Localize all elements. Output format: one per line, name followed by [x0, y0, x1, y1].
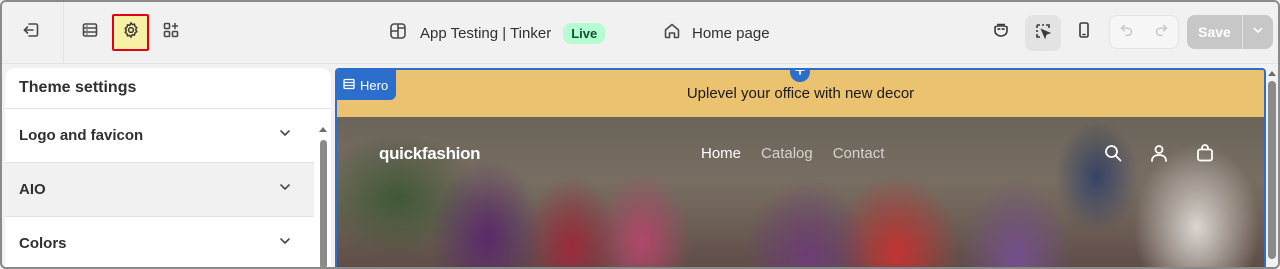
nav-link-contact[interactable]: Contact — [833, 145, 885, 162]
store-name: App Testing | Tinker — [420, 24, 552, 42]
setting-label: Colors — [19, 235, 67, 252]
preview-frame: Uplevel your office with new decor quick… — [335, 68, 1266, 267]
preview-scrollbar[interactable] — [1266, 68, 1278, 267]
setting-aio[interactable]: AIO — [5, 163, 314, 217]
page-name: Home page — [692, 24, 770, 42]
scrollbar-thumb[interactable] — [320, 140, 327, 267]
apps-icon — [161, 20, 181, 45]
panel-scrollbar[interactable] — [317, 123, 329, 267]
inspector-icon — [1033, 21, 1053, 46]
scroll-up-arrow-icon[interactable] — [1268, 71, 1276, 76]
sections-icon — [80, 20, 100, 45]
announcement-text: Uplevel your office with new decor — [686, 85, 915, 102]
theme-editor-window: App Testing | Tinker Live Home page Save… — [0, 0, 1280, 269]
theme-settings-panel: Theme settings Logo and favicon AIO Colo… — [5, 68, 331, 267]
inspector-button[interactable] — [1025, 15, 1061, 51]
apps-button[interactable] — [154, 15, 188, 49]
search-icon[interactable] — [1103, 143, 1123, 168]
store-logo[interactable]: quickfashion — [379, 144, 481, 164]
theme-settings-button[interactable] — [112, 14, 149, 51]
hero-section[interactable]: quickfashion Home Catalog Contact — [337, 117, 1264, 267]
undo-redo-group — [1109, 15, 1179, 49]
chevron-down-icon — [278, 126, 292, 145]
preview-mask-button[interactable] — [984, 15, 1018, 49]
mask-icon — [991, 20, 1011, 45]
save-button[interactable]: Save — [1187, 15, 1243, 49]
store-switcher[interactable]: App Testing | Tinker Live — [388, 20, 606, 46]
header-nav: Home Catalog Contact — [701, 145, 884, 162]
nav-link-catalog[interactable]: Catalog — [761, 145, 813, 162]
section-tag-label: Hero — [360, 77, 389, 93]
setting-colors[interactable]: Colors — [5, 217, 314, 267]
save-options-button[interactable] — [1243, 15, 1273, 49]
setting-label: Logo and favicon — [19, 127, 144, 144]
section-tag[interactable]: Hero — [337, 70, 397, 100]
store-icon — [388, 21, 408, 46]
account-icon[interactable] — [1149, 143, 1169, 168]
cart-icon[interactable] — [1195, 143, 1215, 168]
section-icon — [343, 78, 355, 93]
plus-icon — [794, 70, 806, 81]
toolbar-divider — [63, 2, 64, 64]
redo-button[interactable] — [1144, 16, 1178, 48]
chevron-down-icon — [278, 234, 292, 253]
undo-icon — [1118, 21, 1136, 44]
exit-button[interactable] — [14, 15, 48, 49]
setting-label: AIO — [19, 181, 46, 198]
chevron-down-icon — [278, 180, 292, 199]
nav-link-home[interactable]: Home — [701, 145, 741, 162]
top-bar: App Testing | Tinker Live Home page Save — [2, 2, 1278, 64]
hero-image — [337, 117, 1264, 267]
mobile-preview-button[interactable] — [1067, 15, 1101, 49]
chevron-down-icon — [1251, 23, 1265, 42]
setting-logo-and-favicon[interactable]: Logo and favicon — [5, 109, 314, 163]
live-badge: Live — [563, 22, 606, 44]
sections-button[interactable] — [73, 15, 107, 49]
save-group: Save — [1187, 15, 1273, 49]
scroll-up-arrow-icon[interactable] — [319, 127, 327, 132]
exit-icon — [21, 20, 41, 45]
mobile-icon — [1074, 20, 1094, 45]
scrollbar-thumb[interactable] — [1268, 81, 1276, 259]
header-icons — [1103, 143, 1215, 168]
panel-title: Theme settings — [19, 79, 137, 96]
gear-icon — [121, 20, 141, 45]
redo-icon — [1152, 21, 1170, 44]
page-selector[interactable]: Home page — [662, 20, 770, 46]
undo-button[interactable] — [1110, 16, 1144, 48]
home-icon — [662, 21, 682, 46]
